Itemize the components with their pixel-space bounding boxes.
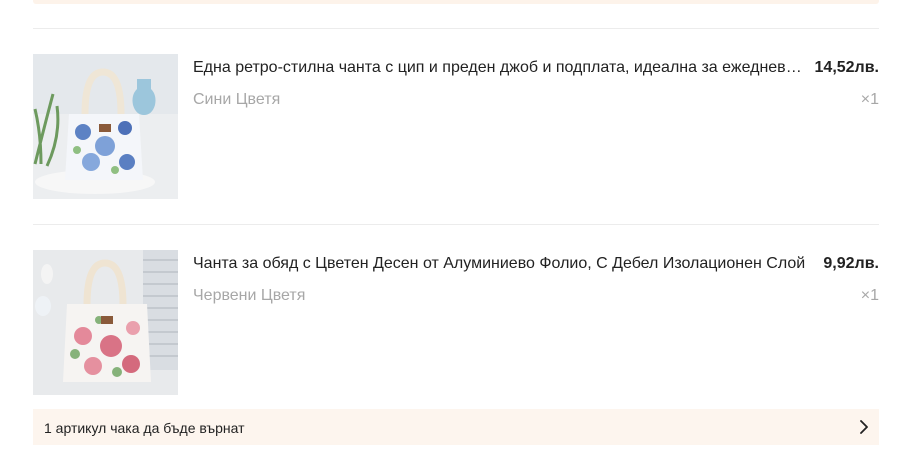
floral-lunch-bag-red-image[interactable] (33, 250, 178, 395)
order-item[interactable]: Една ретро-стилна чанта с цип и преден д… (33, 54, 879, 200)
item-variant: Сини Цветя (193, 91, 281, 108)
item-variant: Червени Цветя (193, 287, 306, 304)
divider (33, 224, 879, 225)
item-quantity: ×1 (860, 91, 879, 108)
item-price: 9,92лв. (823, 255, 879, 272)
item-quantity: ×1 (860, 287, 879, 304)
item-title[interactable]: Чанта за обяд с Цветен Десен от Алуминие… (193, 254, 808, 274)
previous-section-bottom-edge (33, 0, 879, 4)
pending-return-text: 1 артикул чака да бъде върнат (44, 420, 245, 436)
item-price: 14,52лв. (814, 59, 879, 76)
divider (33, 28, 879, 29)
pending-return-bar[interactable]: 1 артикул чака да бъде върнат (33, 409, 879, 445)
chevron-right-icon (860, 420, 868, 434)
order-item[interactable]: Чанта за обяд с Цветен Десен от Алуминие… (33, 250, 879, 396)
item-title[interactable]: Една ретро-стилна чанта с цип и преден д… (193, 58, 808, 78)
floral-lunch-bag-blue-image[interactable] (33, 54, 178, 199)
